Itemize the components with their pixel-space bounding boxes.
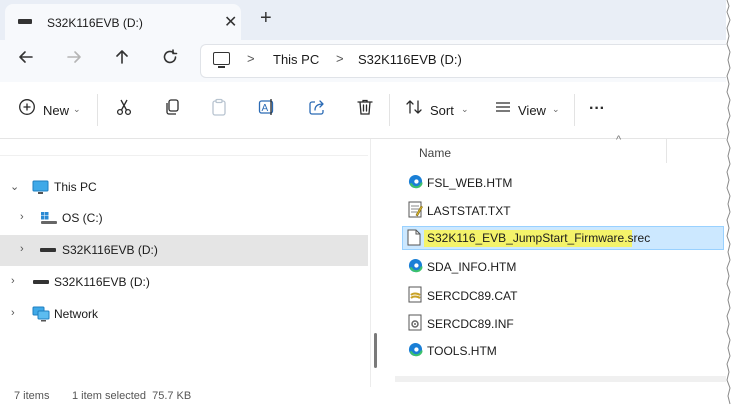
file-row[interactable]: SDA_INFO.HTM xyxy=(402,254,726,278)
svg-text:A: A xyxy=(262,103,269,114)
item-count: 7 items xyxy=(14,390,50,402)
delete-icon[interactable] xyxy=(356,98,374,116)
tree-label: S32K116EVB (D:) xyxy=(62,243,158,257)
up-button[interactable] xyxy=(113,48,131,66)
windows-drive-icon xyxy=(40,211,58,225)
pane-splitter[interactable] xyxy=(370,139,371,387)
paste-icon[interactable] xyxy=(210,98,228,116)
refresh-button[interactable] xyxy=(161,48,179,66)
forward-button[interactable] xyxy=(65,48,83,66)
file-name: SERCDC89.CAT xyxy=(427,289,518,303)
copy-icon[interactable] xyxy=(163,98,181,116)
new-button[interactable]: New xyxy=(43,103,69,118)
file-name: TOOLS.HTM xyxy=(427,344,497,358)
rename-icon[interactable]: A xyxy=(258,98,276,116)
breadcrumb-this-pc[interactable]: This PC xyxy=(273,52,319,67)
chevron-expanded-icon[interactable]: ⌄ xyxy=(10,180,19,193)
view-icon xyxy=(494,98,512,116)
file-name: SDA_INFO.HTM xyxy=(427,260,517,274)
tree-item-drive-d-selected[interactable]: › S32K116EVB (D:) xyxy=(0,235,368,266)
tree-item-drive-d[interactable]: › S32K116EVB (D:) xyxy=(0,267,368,299)
drive-icon xyxy=(33,280,49,284)
divider xyxy=(97,94,98,126)
chevron-right-icon[interactable]: › xyxy=(20,211,24,223)
tree-item-this-pc[interactable]: ⌄ This PC xyxy=(0,171,368,203)
column-header-name[interactable]: Name xyxy=(419,146,451,160)
torn-edge xyxy=(726,0,732,407)
tree-label: Network xyxy=(54,307,99,321)
back-button[interactable] xyxy=(17,48,35,66)
sort-ascending-icon: ^ xyxy=(616,134,622,146)
edge-icon xyxy=(408,258,423,273)
chevron-right-icon[interactable]: › xyxy=(11,275,15,287)
nav-scrollbar[interactable] xyxy=(374,333,377,368)
tree-item-os-c[interactable]: › OS (C:) xyxy=(0,203,368,235)
network-icon xyxy=(32,306,50,322)
computer-icon xyxy=(32,180,49,195)
file-row-selected[interactable]: S32K116_EVB_JumpStart_Firmware.srec xyxy=(402,226,726,250)
file-name: SERCDC89.INF xyxy=(427,317,514,331)
edge-icon xyxy=(408,174,423,189)
drive-icon xyxy=(40,248,56,252)
file-row[interactable]: LASTSTAT.TXT xyxy=(402,198,726,222)
tree-label: S32K116EVB (D:) xyxy=(54,275,150,289)
column-divider[interactable] xyxy=(666,139,667,163)
chevron-down-icon: ⌄ xyxy=(461,104,469,114)
sort-button[interactable]: Sort xyxy=(430,103,454,118)
breadcrumb-drive[interactable]: S32K116EVB (D:) xyxy=(358,52,462,67)
breadcrumb-separator: > xyxy=(247,51,255,66)
blank-file-icon xyxy=(407,229,421,246)
sort-icon xyxy=(405,98,423,116)
more-options-button[interactable]: ··· xyxy=(589,100,605,118)
view-button[interactable]: View xyxy=(518,103,546,118)
file-row[interactable]: TOOLS.HTM xyxy=(402,338,726,362)
tree-item-network[interactable]: › Network xyxy=(0,299,368,331)
cut-icon[interactable] xyxy=(115,98,133,116)
computer-icon xyxy=(213,52,230,65)
chevron-right-icon[interactable]: › xyxy=(11,307,15,319)
drive-icon xyxy=(18,19,32,24)
edge-icon xyxy=(408,342,423,357)
tab-title: S32K116EVB (D:) xyxy=(47,16,143,30)
text-file-icon xyxy=(408,201,423,218)
file-name: LASTSTAT.TXT xyxy=(427,204,511,218)
tree-label: OS (C:) xyxy=(62,211,103,225)
close-tab-button[interactable]: ✕ xyxy=(224,12,237,32)
chevron-down-icon: ⌄ xyxy=(73,104,81,114)
nav-top-row xyxy=(0,140,368,156)
horizontal-scrollbar[interactable] xyxy=(395,376,726,382)
new-plus-icon xyxy=(18,98,36,116)
inf-file-icon xyxy=(408,314,423,331)
file-row[interactable]: SERCDC89.CAT xyxy=(402,283,726,307)
divider xyxy=(389,94,390,126)
selection-info: 1 item selected 75.7 KB xyxy=(72,390,192,402)
chevron-down-icon: ⌄ xyxy=(552,104,560,114)
new-tab-button[interactable]: + xyxy=(260,7,272,30)
breadcrumb-separator: > xyxy=(336,51,344,66)
file-row[interactable]: SERCDC89.INF xyxy=(402,311,726,335)
chevron-right-icon[interactable]: › xyxy=(20,243,24,255)
computer-stand xyxy=(218,66,225,68)
share-icon[interactable] xyxy=(308,98,326,116)
file-name: FSL_WEB.HTM xyxy=(427,176,513,190)
divider xyxy=(574,94,575,126)
tree-label: This PC xyxy=(54,180,97,194)
file-name: S32K116_EVB_JumpStart_Firmware.srec xyxy=(427,231,651,245)
active-tab[interactable]: S32K116EVB (D:) ✕ xyxy=(5,4,241,40)
catalog-file-icon xyxy=(408,286,423,303)
file-row[interactable]: FSL_WEB.HTM xyxy=(402,170,726,194)
